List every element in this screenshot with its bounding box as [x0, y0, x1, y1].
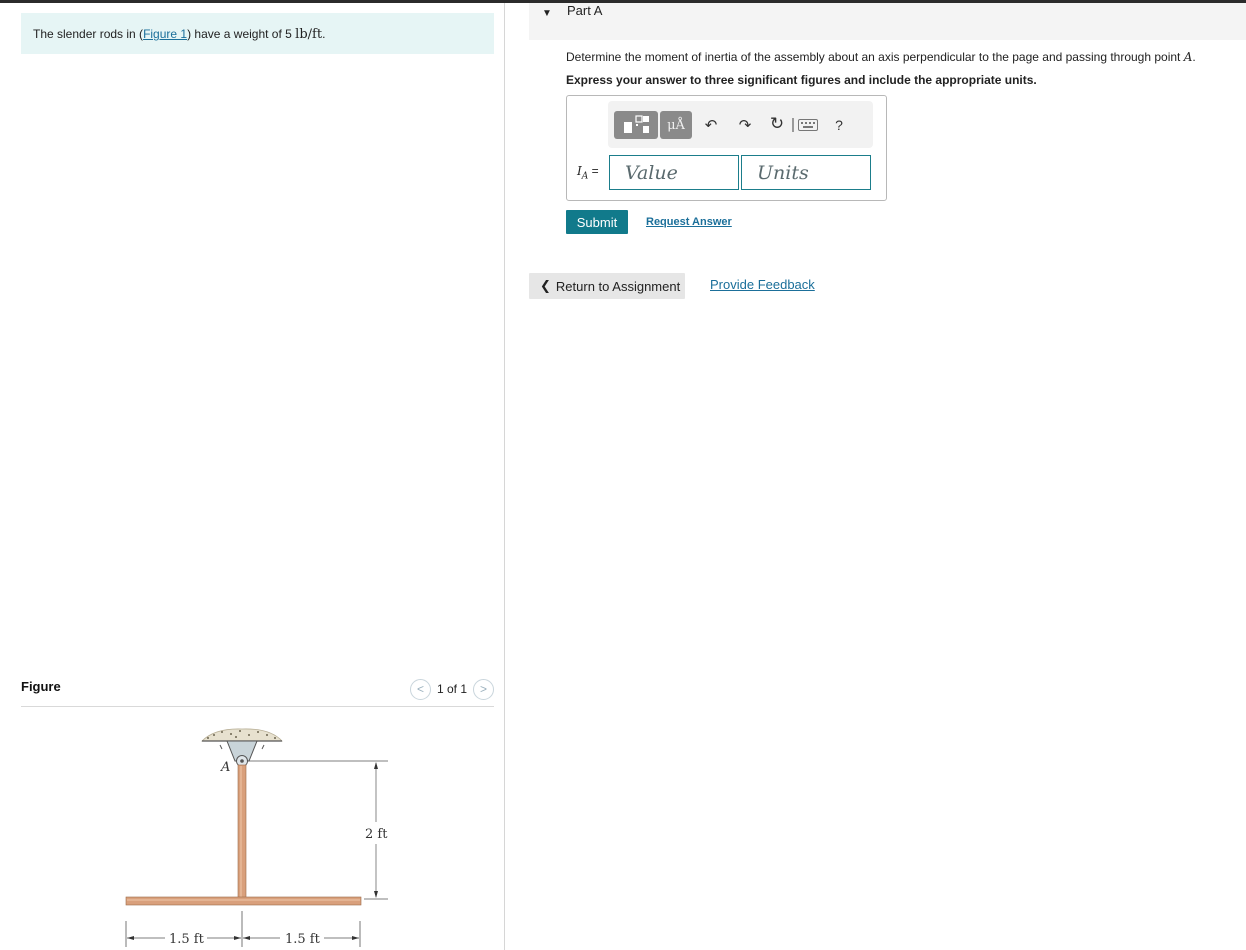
- point-a-label: A: [220, 760, 230, 775]
- problem-text-prefix: The slender rods in (: [33, 27, 144, 41]
- equals-sign: =: [588, 164, 599, 178]
- variable-label: IA =: [577, 164, 599, 181]
- return-label: Return to Assignment: [555, 278, 681, 294]
- left-pane: The slender rods in (Figure 1) have a we…: [0, 3, 505, 950]
- units-symbols-button[interactable]: μÅ: [660, 111, 692, 139]
- problem-text-suffix: .: [322, 27, 326, 41]
- figure-link[interactable]: Figure 1: [143, 27, 187, 41]
- horizontal-rod: [125, 896, 362, 906]
- help-icon[interactable]: ?: [832, 115, 846, 135]
- left-length-label: 1.5 ft: [169, 932, 205, 947]
- toolbar-divider: [792, 118, 794, 132]
- vertical-rod: [237, 764, 247, 900]
- right-pane: ▼ Part A Determine the moment of inertia…: [506, 3, 1246, 950]
- pager-count: 1 of 1: [436, 682, 467, 696]
- pager-prev-button[interactable]: <: [409, 678, 431, 700]
- question-prefix: Determine the moment of inertia of the a…: [566, 50, 1184, 64]
- right-length-label: 1.5 ft: [285, 932, 321, 947]
- question-suffix: .: [1192, 50, 1196, 64]
- height-label: 2 ft: [365, 827, 388, 842]
- templates-button[interactable]: [614, 111, 658, 139]
- part-a-header[interactable]: ▼ Part A: [529, 3, 1246, 40]
- return-to-assignment-button[interactable]: ❮ Return to Assignment: [529, 273, 685, 299]
- templates-icon: [624, 115, 649, 133]
- part-title: Part A: [567, 3, 603, 18]
- problem-statement: The slender rods in (Figure 1) have a we…: [21, 13, 494, 54]
- pager-next-button[interactable]: >: [473, 678, 494, 700]
- undo-icon[interactable]: ↶: [702, 115, 720, 135]
- width-dimensions: [125, 911, 361, 947]
- units-input[interactable]: [741, 155, 871, 190]
- redo-icon[interactable]: ↷: [736, 115, 754, 135]
- submit-button[interactable]: Submit: [566, 210, 628, 234]
- keyboard-icon[interactable]: [798, 119, 818, 131]
- reset-icon[interactable]: ↻: [768, 114, 786, 134]
- instruction-text: Express your answer to three significant…: [566, 73, 1037, 87]
- question-text: Determine the moment of inertia of the a…: [566, 50, 1196, 64]
- chevron-left-icon: ❮: [540, 278, 551, 293]
- collapse-caret-icon[interactable]: ▼: [542, 8, 552, 19]
- math-toolbar: μÅ ↶ ↷ ↻ ?: [608, 101, 873, 148]
- assembly-figure: A 2 ft 1.5 ft 1.5 ft: [125, 728, 388, 947]
- value-input[interactable]: [609, 155, 739, 190]
- figure-pager: < 1 of 1 >: [409, 678, 494, 700]
- problem-text-middle: ) have a weight of 5: [187, 27, 296, 41]
- provide-feedback-link[interactable]: Provide Feedback: [710, 277, 815, 292]
- answer-box: μÅ ↶ ↷ ↻ ? IA =: [566, 95, 887, 201]
- request-answer-link[interactable]: Request Answer: [646, 216, 732, 228]
- weight-unit: lb/ft: [295, 27, 323, 42]
- figure-header: Figure < 1 of 1 >: [21, 676, 494, 707]
- figure-title: Figure: [21, 679, 61, 694]
